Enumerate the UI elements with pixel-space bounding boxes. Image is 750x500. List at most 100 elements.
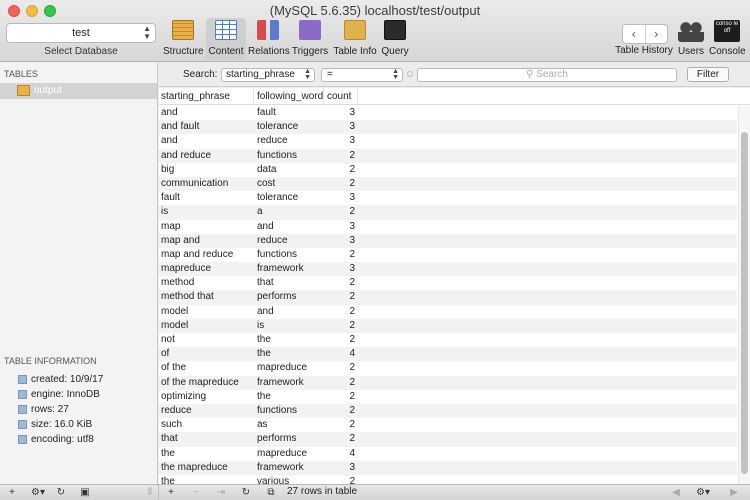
table-row[interactable]: mapreduce framework 3	[159, 262, 737, 277]
cell-starting-phrase[interactable]: map and reduce	[161, 248, 233, 262]
cell-starting-phrase[interactable]: such	[161, 418, 182, 432]
duplicate-row-icon[interactable]: ⇥	[214, 486, 228, 500]
resize-handle-icon[interactable]: ⦀	[145, 486, 155, 500]
cell-count[interactable]: 2	[327, 432, 355, 446]
cell-starting-phrase[interactable]: optimizing	[161, 390, 206, 404]
cell-count[interactable]: 2	[327, 319, 355, 333]
table-row[interactable]: not the 2	[159, 333, 737, 347]
table-row[interactable]: the various 2	[159, 475, 737, 484]
cell-following-word[interactable]: mapreduce	[257, 447, 307, 461]
cell-count[interactable]: 2	[327, 333, 355, 347]
cell-following-word[interactable]: and	[257, 305, 274, 319]
cell-count[interactable]: 2	[327, 163, 355, 177]
table-row[interactable]: and reduce 3	[159, 134, 737, 148]
copy-icon[interactable]: ⧉	[264, 486, 278, 500]
cell-count[interactable]: 2	[327, 205, 355, 219]
scrollbar-thumb[interactable]	[741, 132, 748, 474]
cell-following-word[interactable]: tolerance	[257, 191, 298, 205]
cell-count[interactable]: 3	[327, 461, 355, 475]
table-row[interactable]: communication cost 2	[159, 176, 737, 192]
cell-starting-phrase[interactable]: of	[161, 347, 169, 361]
cell-following-word[interactable]: functions	[257, 248, 297, 262]
next-page-icon[interactable]: ▶	[728, 486, 740, 500]
column-divider[interactable]	[253, 88, 254, 105]
table-row[interactable]: and reduce functions 2	[159, 148, 737, 163]
cell-starting-phrase[interactable]: the mapreduce	[161, 461, 228, 475]
cell-starting-phrase[interactable]: big	[161, 163, 174, 177]
search-operator-select[interactable]: = ▲ ▼	[321, 68, 403, 82]
column-divider[interactable]	[323, 88, 324, 105]
table-row[interactable]: is a 2	[159, 205, 737, 220]
table-row[interactable]: model and 2	[159, 305, 737, 319]
cell-starting-phrase[interactable]: mapreduce	[161, 262, 211, 276]
cell-starting-phrase[interactable]: and fault	[161, 120, 199, 134]
cell-starting-phrase[interactable]: the	[161, 475, 175, 484]
cell-starting-phrase[interactable]: model	[161, 305, 188, 319]
content-tab[interactable]: Content	[206, 18, 246, 60]
cell-following-word[interactable]: fault	[257, 106, 276, 120]
forward-chevron-icon[interactable]: ›	[646, 25, 668, 43]
table-row[interactable]: the mapreduce 4	[159, 447, 737, 461]
cell-following-word[interactable]: the	[257, 347, 271, 361]
table-info-tab[interactable]: Table Info	[332, 18, 378, 60]
remove-row-icon[interactable]: −	[190, 486, 202, 500]
gear-icon[interactable]: ⚙▾	[28, 486, 48, 500]
relations-tab[interactable]: Relations	[248, 18, 290, 60]
table-row[interactable]: of the mapreduce 2	[159, 361, 737, 375]
sidebar-item-output-table[interactable]: output	[0, 83, 157, 99]
cell-following-word[interactable]: mapreduce	[257, 361, 307, 375]
cell-following-word[interactable]: functions	[257, 149, 297, 163]
users-button[interactable]: Users	[676, 18, 706, 60]
cell-following-word[interactable]: the	[257, 333, 271, 347]
table-row[interactable]: map and 3	[159, 220, 737, 234]
database-select[interactable]: test ▲ ▼	[6, 23, 156, 43]
add-row-icon[interactable]: +	[165, 486, 177, 500]
cell-following-word[interactable]: the	[257, 390, 271, 404]
table-row[interactable]: and fault 3	[159, 106, 737, 120]
cell-following-word[interactable]: performs	[257, 432, 296, 446]
cell-following-word[interactable]: as	[257, 418, 268, 432]
pagination-settings-icon[interactable]: ⚙▾	[692, 486, 714, 500]
cell-count[interactable]: 2	[327, 248, 355, 262]
search-input[interactable]: ⚲ Search	[417, 68, 677, 82]
cell-starting-phrase[interactable]: fault	[161, 191, 180, 205]
add-table-icon[interactable]: +	[5, 486, 19, 500]
cell-starting-phrase[interactable]: model	[161, 319, 188, 333]
cell-following-word[interactable]: reduce	[257, 134, 288, 148]
cell-count[interactable]: 2	[327, 276, 355, 290]
column-divider[interactable]	[357, 88, 358, 105]
cell-following-word[interactable]: cost	[257, 177, 275, 191]
cell-following-word[interactable]: performs	[257, 290, 296, 304]
previous-page-icon[interactable]: ◀	[670, 486, 682, 500]
column-header-count[interactable]: count	[327, 91, 351, 102]
cell-count[interactable]: 3	[327, 191, 355, 205]
cell-count[interactable]: 4	[327, 447, 355, 461]
cell-starting-phrase[interactable]: the	[161, 447, 175, 461]
cell-starting-phrase[interactable]: that	[161, 432, 178, 446]
cell-count[interactable]: 2	[327, 376, 355, 390]
cell-following-word[interactable]: reduce	[257, 234, 288, 248]
triggers-tab[interactable]: Triggers	[291, 18, 329, 60]
cell-count[interactable]: 2	[327, 404, 355, 418]
cell-starting-phrase[interactable]: map	[161, 220, 180, 234]
cell-following-word[interactable]: a	[257, 205, 263, 219]
table-row[interactable]: model is 2	[159, 318, 737, 333]
cell-following-word[interactable]: and	[257, 220, 274, 234]
query-tab[interactable]: Query	[380, 18, 410, 60]
table-row[interactable]: that performs 2	[159, 432, 737, 447]
table-row[interactable]: fault tolerance 3	[159, 191, 737, 205]
cell-starting-phrase[interactable]: and reduce	[161, 149, 211, 163]
cell-count[interactable]: 2	[327, 149, 355, 163]
cell-count[interactable]: 3	[327, 262, 355, 276]
cell-count[interactable]: 2	[327, 361, 355, 375]
table-row[interactable]: optimizing the 2	[159, 390, 737, 404]
table-row[interactable]: of the mapreduce framework 2	[159, 375, 737, 390]
cell-count[interactable]: 2	[327, 290, 355, 304]
table-row[interactable]: map and reduce 3	[159, 233, 737, 248]
vertical-scrollbar[interactable]	[738, 106, 750, 484]
cell-starting-phrase[interactable]: map and	[161, 234, 200, 248]
cell-count[interactable]: 2	[327, 418, 355, 432]
cell-following-word[interactable]: data	[257, 163, 276, 177]
cell-count[interactable]: 2	[327, 390, 355, 404]
table-row[interactable]: method that performs 2	[159, 290, 737, 305]
